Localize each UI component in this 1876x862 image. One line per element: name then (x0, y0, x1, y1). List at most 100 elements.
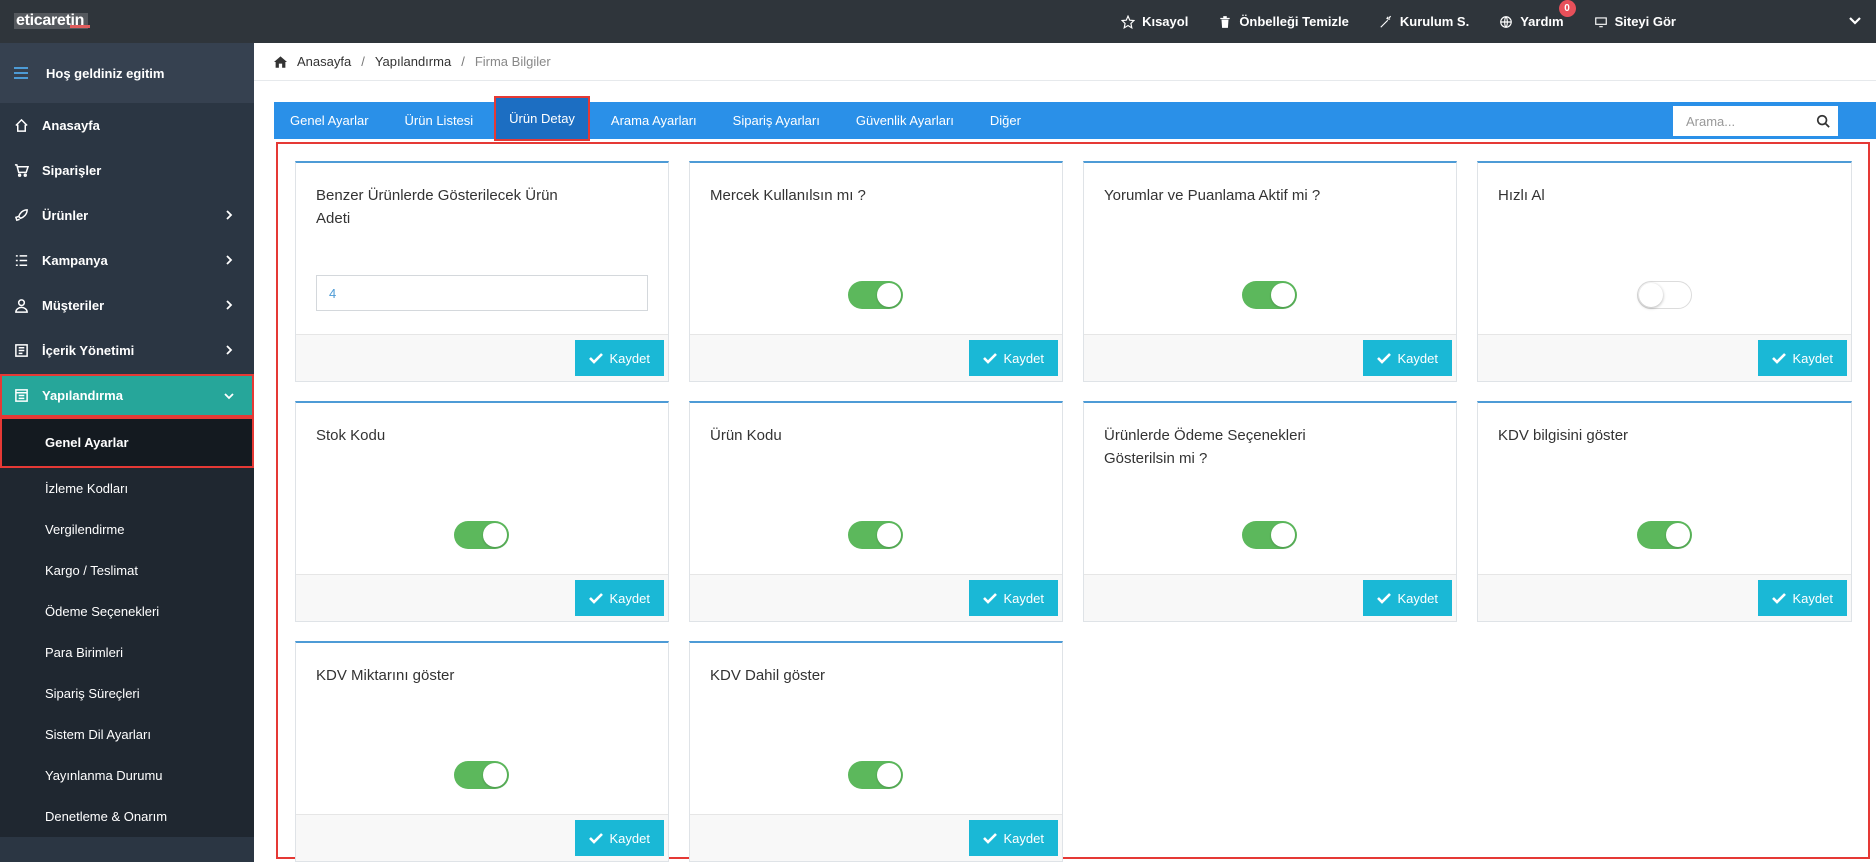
hamburger-icon[interactable] (14, 67, 28, 79)
setting-card-odeme-secenekleri: Ürünlerde Ödeme Seçenekleri Gösterilsin … (1083, 401, 1457, 622)
card-footer: Kaydet (690, 334, 1062, 381)
sidebar-item-anasayfa[interactable]: Anasayfa (0, 103, 254, 148)
submenu-item-denetleme-onarim[interactable]: Denetleme & Onarım (0, 796, 254, 837)
save-button[interactable]: Kaydet (1362, 580, 1452, 616)
setting-title: Ürünlerde Ödeme Seçenekleri Gösterilsin … (1104, 427, 1306, 467)
save-button[interactable]: Kaydet (968, 580, 1058, 616)
save-button[interactable]: Kaydet (968, 820, 1058, 856)
content-icon (15, 344, 28, 357)
setting-card-kdv-bilgisi: KDV bilgisini göster Kaydet (1477, 401, 1852, 622)
submenu-item-para-birimleri[interactable]: Para Birimleri (0, 632, 254, 673)
submenu-item-yayinlanma-durumu[interactable]: Yayınlanma Durumu (0, 755, 254, 796)
card-footer: Kaydet (690, 574, 1062, 621)
save-button[interactable]: Kaydet (574, 340, 664, 376)
breadcrumb-separator: / (361, 54, 365, 69)
view-site-label: Siteyi Gör (1614, 14, 1676, 29)
setting-title: Mercek Kullanılsın mı ? (710, 187, 866, 204)
odeme-secenekleri-toggle[interactable] (1242, 521, 1297, 549)
search-input[interactable] (1686, 113, 1816, 129)
submenu-item-izleme-kodlari[interactable]: İzleme Kodları (0, 468, 254, 509)
sidebar-submenu: Genel Ayarlar İzleme Kodları Vergilendir… (0, 417, 254, 837)
settings-tabbar: Genel Ayarlar Ürün Listesi Ürün Detay Ar… (274, 96, 1876, 141)
save-button[interactable]: Kaydet (574, 820, 664, 856)
card-footer: Kaydet (1084, 334, 1456, 381)
sidebar-item-siparisler[interactable]: Siparişler (0, 148, 254, 193)
kdv-dahil-toggle[interactable] (848, 761, 903, 789)
clear-cache-button[interactable]: Önbelleği Temizle (1218, 14, 1349, 29)
check-icon (1771, 593, 1786, 604)
sidebar-item-musteriler[interactable]: Müşteriler (0, 283, 254, 328)
help-button[interactable]: Yardım 0 (1499, 0, 1576, 29)
view-site-button[interactable]: Siteyi Gör (1594, 14, 1676, 29)
sidebar-item-label: Anasayfa (42, 118, 100, 133)
setting-title: Yorumlar ve Puanlama Aktif mi ? (1104, 187, 1321, 204)
save-button[interactable]: Kaydet (574, 580, 664, 616)
save-button[interactable]: Kaydet (1757, 580, 1847, 616)
yorumlar-toggle[interactable] (1242, 281, 1297, 309)
similar-products-count-input[interactable] (316, 275, 648, 311)
submenu-item-kargo-teslimat[interactable]: Kargo / Teslimat (0, 550, 254, 591)
card-footer: Kaydet (1084, 574, 1456, 621)
sidebar-menu: Anasayfa Siparişler Ürünler Kampanya Müş… (0, 103, 254, 417)
sidebar-item-label: Siparişler (42, 163, 102, 178)
card-footer: Kaydet (296, 334, 668, 381)
save-label: Kaydet (1397, 350, 1438, 366)
check-icon (588, 833, 603, 844)
help-badge: 0 (1558, 0, 1576, 17)
tab-urun-detay[interactable]: Ürün Detay (494, 96, 590, 141)
sidebar-item-icerik-yonetimi[interactable]: İçerik Yönetimi (0, 328, 254, 373)
mercek-toggle[interactable] (848, 281, 903, 309)
setup-button[interactable]: Kurulum S. (1379, 14, 1469, 29)
save-label: Kaydet (1003, 830, 1044, 846)
setting-title: Stok Kodu (316, 427, 386, 444)
top-bar: eticaretin Kısayol Önbelleği Temizle Kur… (0, 0, 1876, 43)
check-icon (982, 593, 997, 604)
submenu-item-odeme-secenekleri[interactable]: Ödeme Seçenekleri (0, 591, 254, 632)
submenu-item-sistem-dil-ayarlari[interactable]: Sistem Dil Ayarları (0, 714, 254, 755)
setting-card-hizli-al: Hızlı Al Kaydet (1477, 161, 1852, 382)
save-button[interactable]: Kaydet (1757, 340, 1847, 376)
save-button[interactable]: Kaydet (968, 340, 1058, 376)
setting-card-mercek: Mercek Kullanılsın mı ? Kaydet (689, 161, 1063, 382)
check-icon (1376, 593, 1391, 604)
setting-title: KDV Dahil göster (710, 667, 826, 684)
brand-logo[interactable]: eticaretin (14, 13, 91, 29)
setting-card-stok-kodu: Stok Kodu Kaydet (295, 401, 669, 622)
sidebar: Hoş geldiniz egitim Anasayfa Siparişler … (0, 43, 254, 862)
tab-guvenlik-ayarlari[interactable]: Güvenlik Ayarları (856, 102, 954, 139)
sidebar-item-urunler[interactable]: Ürünler (0, 193, 254, 238)
save-label: Kaydet (1397, 590, 1438, 606)
save-button[interactable]: Kaydet (1362, 340, 1452, 376)
sidebar-item-kampanya[interactable]: Kampanya (0, 238, 254, 283)
submenu-item-genel-ayarlar[interactable]: Genel Ayarlar (0, 417, 254, 468)
chevron-down-icon (224, 393, 234, 400)
tab-genel-ayarlar[interactable]: Genel Ayarlar (290, 102, 369, 139)
submenu-item-siparis-surecleri[interactable]: Sipariş Süreçleri (0, 673, 254, 714)
card-footer: Kaydet (1478, 334, 1851, 381)
tab-arama-ayarlari[interactable]: Arama Ayarları (611, 102, 697, 139)
chevron-right-icon (226, 255, 233, 265)
config-icon (15, 389, 28, 402)
breadcrumb-home[interactable]: Anasayfa (297, 54, 351, 69)
search-button[interactable] (1816, 114, 1830, 128)
setup-label: Kurulum S. (1399, 14, 1470, 29)
shortcut-button[interactable]: Kısayol (1121, 14, 1188, 29)
tab-urun-listesi[interactable]: Ürün Listesi (405, 102, 474, 139)
top-actions: Kısayol Önbelleği Temizle Kurulum S. Yar… (1121, 0, 1676, 43)
breadcrumb-section[interactable]: Yapılandırma (375, 54, 451, 69)
user-menu-toggle[interactable] (1848, 14, 1862, 28)
kdv-bilgisi-toggle[interactable] (1636, 521, 1692, 549)
check-icon (982, 833, 997, 844)
hizli-al-toggle[interactable] (1636, 281, 1692, 309)
kdv-miktari-toggle[interactable] (454, 761, 509, 789)
tab-diger[interactable]: Diğer (990, 102, 1021, 139)
chevron-right-icon (226, 210, 233, 220)
rocket-icon (14, 209, 28, 222)
setting-title: KDV bilgisini göster (1498, 427, 1629, 444)
tab-siparis-ayarlari[interactable]: Sipariş Ayarları (733, 102, 820, 139)
urun-kodu-toggle[interactable] (848, 521, 903, 549)
submenu-item-vergilendirme[interactable]: Vergilendirme (0, 509, 254, 550)
search-box (1673, 106, 1838, 136)
stok-kodu-toggle[interactable] (454, 521, 509, 549)
sidebar-item-yapilandirma[interactable]: Yapılandırma (0, 374, 254, 417)
